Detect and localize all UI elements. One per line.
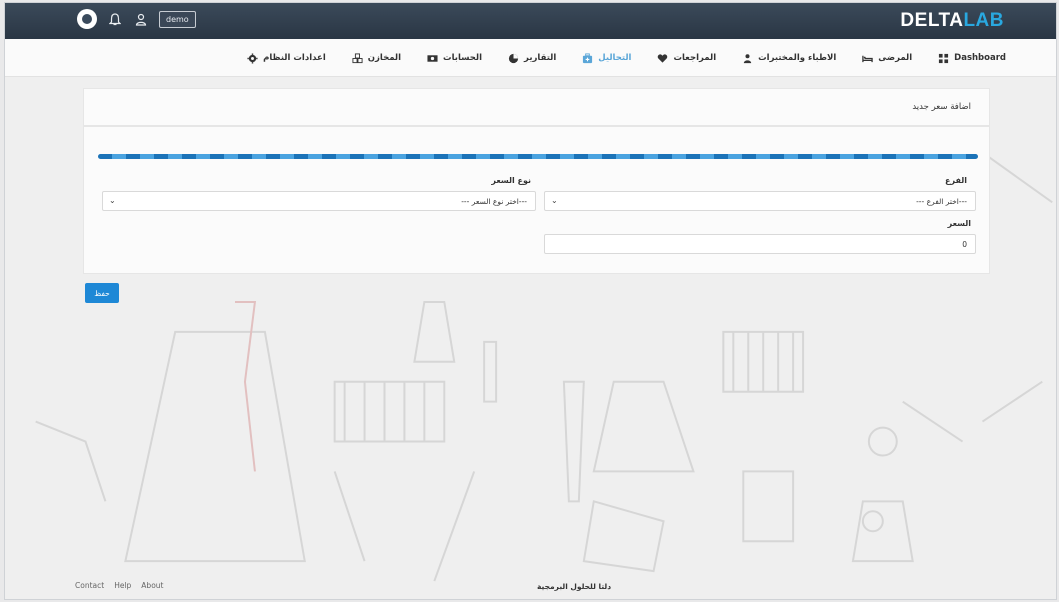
pie-icon: [508, 53, 519, 63]
user-icon[interactable]: [133, 10, 149, 28]
nav-item-stores[interactable]: المخازن: [352, 52, 402, 64]
money-icon: [427, 54, 438, 62]
footer-link-about[interactable]: About: [141, 581, 163, 590]
nav-items: Dashboard المرضى الاطباء والمختبرات المر…: [247, 39, 1006, 77]
footer-copyright: دلتا للحلول البرمجية: [537, 582, 612, 591]
branch-select-value: --- اختر الفرع---: [916, 197, 967, 206]
avatar-dot: [82, 14, 92, 24]
avatar[interactable]: [77, 9, 97, 29]
footer-link-help[interactable]: Help: [114, 581, 131, 590]
nav-item-tests[interactable]: التحاليل: [582, 52, 632, 64]
nav-item-accounts[interactable]: الحسابات: [427, 53, 482, 64]
nav-label: التحاليل: [598, 53, 632, 63]
nav-label: المرضى: [878, 53, 913, 63]
nav-label: المراجعات: [673, 53, 717, 63]
price-type-select-value: --- اختر نوع السعر---: [461, 197, 527, 206]
price-input[interactable]: 0: [544, 234, 976, 254]
nav-item-patients[interactable]: المرضى: [862, 53, 912, 64]
nav-label: اعدادات النظام: [263, 53, 326, 63]
footer-links: Contact Help About: [75, 581, 163, 590]
heart-icon: [658, 53, 668, 63]
doctor-icon: [743, 53, 752, 63]
progress-bar: [98, 154, 978, 159]
nav-item-reviews[interactable]: المراجعات: [657, 53, 716, 64]
nav-label: الاطباء والمختبرات: [758, 53, 837, 63]
price-input-value: 0: [962, 240, 967, 249]
brand-logo[interactable]: DELTALAB: [900, 10, 1004, 32]
main-navbar: Dashboard المرضى الاطباء والمختبرات المر…: [5, 39, 1056, 77]
chevron-down-icon: ⌄: [551, 196, 558, 205]
top-bar: demo DELTALAB: [5, 3, 1056, 39]
card-body: الفرع ⌄ --- اختر الفرع--- نوع السعر ⌄ --…: [83, 126, 990, 274]
card-header: اضافة سعر جديد: [83, 88, 990, 126]
nav-label: Dashboard: [954, 53, 1006, 63]
nav-label: المخازن: [367, 53, 402, 63]
app-window: demo DELTALAB Dashboard المرضى الاطباء و…: [4, 2, 1057, 600]
nav-label: التقارير: [524, 53, 557, 63]
gear-icon: [247, 52, 258, 64]
nav-item-reports[interactable]: التقارير: [508, 53, 556, 64]
nav-item-doctors-labs[interactable]: الاطباء والمختبرات: [742, 53, 836, 64]
footer-link-contact[interactable]: Contact: [75, 581, 104, 590]
nav-item-system-settings[interactable]: اعدادات النظام: [247, 52, 326, 64]
kit-icon: [583, 52, 593, 63]
user-badge[interactable]: demo: [159, 10, 196, 28]
price-label: السعر: [947, 219, 971, 228]
branch-label: الفرع: [945, 176, 967, 185]
nav-item-dashboard[interactable]: Dashboard: [938, 53, 1006, 64]
bell-icon[interactable]: [107, 10, 123, 28]
brand-part2: LAB: [963, 10, 1004, 31]
dashboard-icon: [939, 53, 949, 63]
brand-part1: DELTA: [900, 10, 964, 31]
chevron-down-icon: ⌄: [109, 196, 116, 205]
branch-select[interactable]: ⌄ --- اختر الفرع---: [544, 191, 976, 211]
save-button[interactable]: حفظ: [85, 283, 119, 303]
nav-label: الحسابات: [443, 53, 483, 63]
page-title: اضافة سعر جديد: [912, 102, 971, 112]
price-type-label: نوع السعر: [491, 176, 531, 185]
top-bar-left: demo: [77, 9, 196, 29]
cubes-icon: [352, 52, 363, 63]
bed-icon: [862, 55, 873, 62]
price-type-select[interactable]: ⌄ --- اختر نوع السعر---: [102, 191, 536, 211]
